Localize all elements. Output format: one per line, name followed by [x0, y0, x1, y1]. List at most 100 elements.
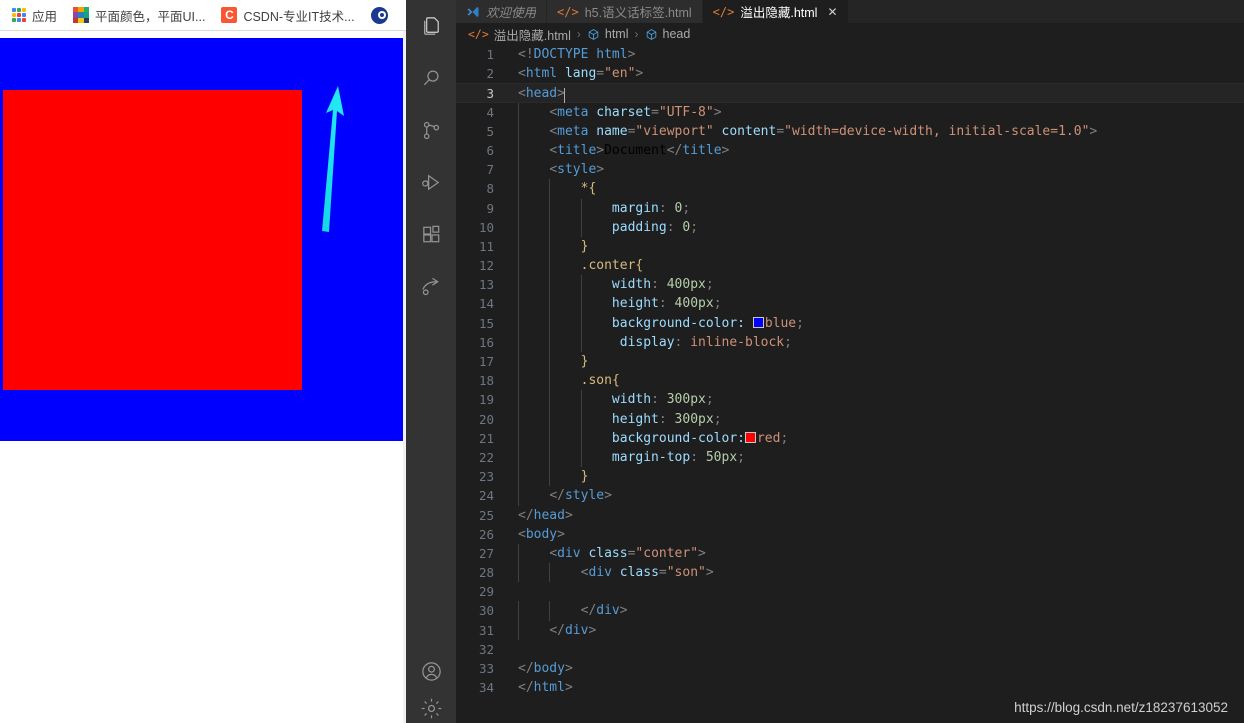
code-line[interactable]: 19 width: 300px; [456, 390, 1244, 410]
line-number: 34 [478, 680, 494, 696]
line-number: 5 [486, 123, 494, 139]
browser-window: 应用 平面颜色，平面UI... C CSDN-专业IT技术... [0, 0, 406, 723]
extensions-icon[interactable] [406, 208, 456, 260]
bookmark-csdn[interactable]: C CSDN-专业IT技术... [221, 6, 355, 25]
code-line[interactable]: 22 margin-top: 50px; [456, 447, 1244, 468]
code-line[interactable]: 3 <head> [456, 83, 1244, 104]
breadcrumb-item-html[interactable]: html [587, 27, 629, 41]
line-number: 11 [478, 238, 494, 254]
code-content[interactable]: 1 <!DOCTYPE html> 2 <html lang="en"> 3 <head>… [456, 45, 1244, 697]
code-line[interactable]: 26 <body> [456, 525, 1244, 544]
code-line[interactable]: 33 </body> [456, 659, 1244, 678]
tab-title: 欢迎使用 [486, 6, 537, 20]
code-line[interactable]: 31 </div> [456, 620, 1244, 640]
code-line[interactable]: 34 </html> [456, 678, 1244, 697]
code-line[interactable]: 20 height: 300px; [456, 409, 1244, 429]
tab-welcome[interactable]: 欢迎使用 [456, 0, 548, 23]
code-line[interactable]: 11 } [456, 236, 1244, 257]
code-line[interactable]: 23 } [456, 467, 1244, 487]
account-icon[interactable] [406, 645, 456, 697]
line-number: 4 [486, 104, 494, 120]
bookmark-label: CSDN-专业IT技术... [243, 9, 355, 24]
code-line[interactable]: 4 <meta charset="UTF-8"> [456, 102, 1244, 122]
settings-gear-icon[interactable] [406, 697, 456, 723]
bookmark-label: 应用 [32, 9, 58, 24]
close-icon[interactable]: ✕ [827, 6, 837, 18]
line-number: 27 [478, 545, 494, 561]
code-line[interactable]: 10 padding: 0; [456, 217, 1244, 237]
html-file-icon: </> [712, 4, 735, 19]
activity-bar-bottom [406, 645, 456, 723]
code-text: padding: 0; [611, 219, 699, 235]
code-line[interactable]: 18 .son{ [456, 371, 1244, 391]
code-line[interactable]: 6 <title>Document</title> [456, 140, 1244, 161]
bookmark-edge[interactable] [370, 6, 388, 24]
search-icon[interactable] [406, 52, 456, 104]
tab-title: 溢出隐藏.html [740, 6, 818, 20]
code-text: </div> [549, 622, 597, 638]
tab-overflow-hidden-html[interactable]: </> 溢出隐藏.html ✕ [702, 0, 849, 23]
breadcrumb-separator: › [576, 27, 581, 41]
code-text: } [580, 469, 589, 485]
code-line[interactable]: 14 height: 400px; [456, 294, 1244, 314]
line-number: 12 [478, 258, 494, 274]
explorer-icon[interactable] [406, 0, 456, 52]
code-line[interactable]: 15 background-color: blue; [456, 313, 1244, 333]
line-number: 10 [478, 219, 494, 235]
bookmark-label: 平面颜色，平面UI... [95, 9, 206, 24]
code-line[interactable]: 32 [456, 640, 1244, 659]
code-text: <meta charset="UTF-8"> [549, 104, 722, 120]
line-number: 24 [478, 488, 494, 504]
code-text: width: 300px; [611, 392, 714, 408]
code-text: </style> [549, 488, 612, 504]
code-text: *{ [580, 181, 597, 197]
code-line[interactable]: 28 <div class="son"> [456, 563, 1244, 583]
code-text: <head> [518, 86, 566, 104]
bookmark-apps[interactable]: 应用 [12, 6, 57, 25]
code-text: height: 300px; [611, 411, 722, 427]
line-number: 31 [478, 622, 494, 638]
vscode-window: 欢迎使用 </> h5.语义话标签.html </> 溢出隐藏.html ✕ <… [406, 0, 1244, 723]
code-line[interactable]: 25 </head> [456, 506, 1244, 525]
editor-tab-bar: 欢迎使用 </> h5.语义话标签.html </> 溢出隐藏.html ✕ [456, 0, 1244, 23]
code-line[interactable]: 21 background-color: red; [456, 428, 1244, 448]
run-debug-icon[interactable] [406, 156, 456, 208]
line-number: 3 [486, 86, 494, 102]
code-line[interactable]: 2 <html lang="en"> [456, 64, 1244, 83]
line-number: 32 [478, 641, 494, 657]
code-line[interactable]: 7 <style> [456, 160, 1244, 180]
code-text: .conter{ [580, 258, 644, 274]
code-text: <html lang="en"> [518, 66, 644, 82]
line-number: 33 [478, 661, 494, 676]
line-number: 28 [478, 565, 494, 581]
code-line[interactable]: 5 <meta name="viewport" content="width=d… [456, 121, 1244, 141]
line-number: 19 [478, 392, 494, 408]
line-number: 17 [478, 354, 494, 369]
tab-h5-semantic-html[interactable]: </> h5.语义话标签.html [547, 0, 703, 23]
line-number: 25 [478, 507, 494, 523]
code-editor[interactable]: 1 <!DOCTYPE html> 2 <html lang="en"> 3 <head>… [456, 45, 1244, 723]
bookmark-flat-colors[interactable]: 平面颜色，平面UI... [73, 6, 205, 25]
code-line[interactable]: 17 } [456, 352, 1244, 372]
symbol-html-icon [587, 28, 600, 41]
breadcrumb-item-file[interactable]: </> 溢出隐藏.html [468, 25, 571, 44]
code-text: background-color: blue; [611, 315, 804, 331]
remote-explorer-icon[interactable] [406, 260, 456, 312]
line-number: 9 [486, 200, 494, 216]
breadcrumb-item-head[interactable]: head [645, 27, 690, 41]
code-line[interactable]: 13 width: 400px; [456, 275, 1244, 295]
code-line[interactable]: 8 *{ [456, 179, 1244, 199]
code-line[interactable]: 30 </div> [456, 601, 1244, 621]
code-line[interactable]: 12 .conter{ [456, 256, 1244, 276]
activity-bar [406, 0, 456, 723]
code-line[interactable]: 1 <!DOCTYPE html> [456, 45, 1244, 64]
code-line[interactable]: 27 <div class="conter"> [456, 543, 1244, 564]
code-line[interactable]: 9 margin: 0; [456, 198, 1244, 218]
code-line[interactable]: 24 </style> [456, 486, 1244, 506]
source-control-icon[interactable] [406, 104, 456, 156]
son-box [3, 90, 302, 390]
line-number: 30 [478, 603, 494, 619]
editor-scrollbar[interactable] [1234, 90, 1244, 723]
code-line[interactable]: 29 [456, 582, 1244, 601]
code-line[interactable]: 16 display: inline-block; [456, 332, 1244, 352]
